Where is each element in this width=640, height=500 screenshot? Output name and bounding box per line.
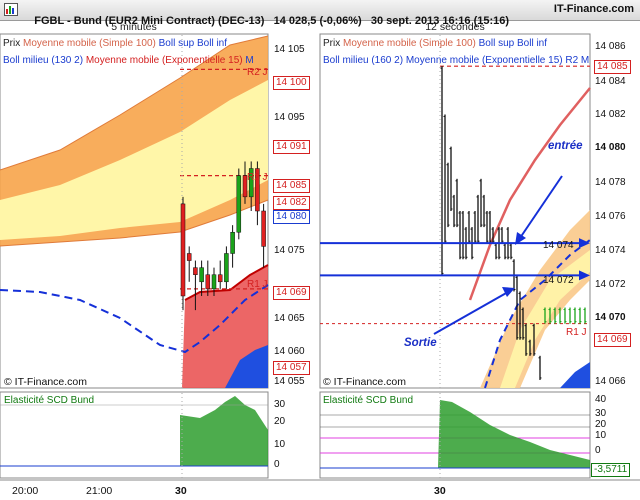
right-ytick: 14 072 [595,279,626,290]
candle-body [186,253,192,261]
candle-body [205,274,211,290]
level-label-14074: 14 074 [543,240,574,251]
right-ind-ytick: 10 [595,430,607,441]
left-level-r1: R1 J [247,279,268,290]
right-ytick: 14 066 [595,376,626,387]
left-value-box: 14 080 [273,210,310,224]
entry-annotation: entrée [548,140,583,152]
left-value-box: 14 069 [273,286,310,300]
right-legend-row2: Boll milieu (160 2) Moyenne mobile (Expo… [323,55,589,66]
left-legend-row2: Boll milieu (130 2) Moyenne mobile (Expo… [3,55,254,66]
left-ind-ytick: 30 [274,399,286,410]
left-ytick: 14 095 [274,112,305,123]
right-copyright: © IT-Finance.com [323,376,407,388]
right-price-panel [319,33,591,389]
candle-body [217,274,223,283]
candle-body [224,253,229,283]
right-ytick: 14 086 [595,41,626,52]
legend-item: Moyenne mobile (Exponentielle 15) [405,55,563,66]
legend-item: R2 M [565,55,590,66]
right-ytick: 14 084 [595,76,626,87]
legend-item: Boll milieu (160 2) [323,55,404,66]
legend-item: Boll sup Boll inf [158,38,228,49]
candle-body [193,267,198,275]
candle-body [211,274,217,290]
left-ind-ytick: 10 [274,439,286,450]
legend-item: Prix [323,38,341,49]
left-ytick: 14 060 [274,346,305,357]
candle-body [230,231,235,254]
left-xtick: 20:00 [12,485,39,497]
right-value-box: 14 069 [594,333,631,347]
left-level-r2-upper: R2 J [247,67,268,78]
right-indicator-label: Elasticité SCD Bund [323,395,414,406]
left-xtick: 30 [175,485,187,497]
right-ind-ytick: 0 [595,445,601,456]
left-ytick: 14 055 [274,376,305,387]
legend-item: Moyenne mobile (Simple 100) [23,38,156,49]
candle-body [199,267,204,283]
right-ind-ytick: 20 [595,419,607,430]
right-value-box: 14 085 [594,60,631,74]
left-value-box: 14 082 [273,196,310,210]
left-ind-ytick: 20 [274,416,286,427]
left-level-r2-lower: R2 J [247,172,268,183]
right-ind-ytick: 30 [595,408,607,419]
right-ytick: 14 080 [595,142,626,153]
right-xtick: 30 [434,485,446,497]
right-ytick: 14 076 [595,211,626,222]
left-xtick: 21:00 [86,485,113,497]
right-legend-row1: Prix Moyenne mobile (Simple 100) Boll su… [323,38,547,49]
left-ytick: 14 075 [274,245,305,256]
left-ytick: 14 065 [274,313,305,324]
candle-body [180,203,186,297]
right-ytick: 14 082 [595,109,626,120]
left-value-box: 14 057 [273,361,310,375]
legend-item: Moyenne mobile (Exponentielle 15) [85,55,243,66]
left-ytick: 14 105 [274,44,305,55]
left-copyright: © IT-Finance.com [4,376,88,388]
candle-body [261,210,266,247]
right-ytick: 14 070 [595,312,626,323]
right-ytick: 14 078 [595,177,626,188]
level-label-14072: 14 072 [543,275,574,286]
legend-item: Moyenne mobile (Simple 100) [343,38,476,49]
legend-item: Boll milieu (130 2) [3,55,84,66]
right-level-r1: R1 J [566,327,587,338]
candle-body [236,175,242,233]
left-value-box: 14 100 [273,76,310,90]
legend-item: M [245,55,254,66]
left-legend-row1: Prix Moyenne mobile (Simple 100) Boll su… [3,38,227,49]
right-ind-last-value: -3,5711 [591,463,631,477]
right-ytick: 14 074 [595,245,626,256]
left-value-box: 14 085 [273,179,310,193]
right-ind-ytick: 40 [595,394,607,405]
legend-item: Boll sup Boll inf [478,38,548,49]
left-indicator-label: Elasticité SCD Bund [4,395,95,406]
left-value-box: 14 091 [273,140,310,154]
exit-annotation: Sortie [404,337,437,349]
left-ind-ytick: 0 [274,459,280,470]
legend-item: Prix [3,38,21,49]
